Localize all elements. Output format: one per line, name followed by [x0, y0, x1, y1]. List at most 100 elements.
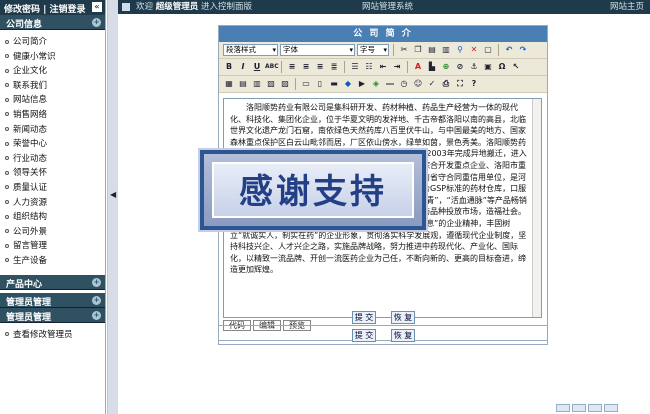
- unlink-icon[interactable]: ⊘: [454, 61, 466, 73]
- collapse-icon[interactable]: «: [92, 2, 102, 12]
- fullscreen-icon[interactable]: ⛶: [454, 78, 466, 90]
- sidebar-item[interactable]: 人力资源: [5, 196, 105, 211]
- section-header-company[interactable]: 公司信息 +: [0, 15, 105, 30]
- delete-icon[interactable]: ✕: [468, 44, 480, 56]
- section-header-products[interactable]: 产品中心 +: [0, 274, 105, 290]
- site-home-link[interactable]: 网站主页: [610, 0, 644, 14]
- flash-icon[interactable]: ◆: [342, 78, 354, 90]
- reset-button-2[interactable]: 恢 复: [391, 329, 415, 342]
- outdent-icon[interactable]: ⇤: [377, 61, 389, 73]
- section-header-admin[interactable]: 管理员管理 +: [0, 292, 105, 308]
- sidebar-item-label[interactable]: 网站信息: [13, 95, 47, 105]
- control-panel-link[interactable]: 进入控制面版: [201, 2, 252, 12]
- merge-icon[interactable]: ▧: [265, 78, 277, 90]
- strike-icon[interactable]: ABC: [265, 61, 279, 73]
- collapse-arrow-icon[interactable]: ◀: [110, 190, 116, 199]
- tray-icon[interactable]: [604, 404, 618, 412]
- sidebar-item[interactable]: 网站信息: [5, 93, 105, 108]
- special-char-icon[interactable]: Ω: [496, 61, 508, 73]
- expand-icon[interactable]: +: [92, 277, 101, 287]
- sidebar-item[interactable]: 组织结构: [5, 210, 105, 225]
- sidebar-splitter[interactable]: ◀: [107, 0, 118, 414]
- align-center-icon[interactable]: ≡: [300, 61, 312, 73]
- sidebar-item[interactable]: 企业文化: [5, 64, 105, 79]
- sidebar-item[interactable]: 联系我们: [5, 79, 105, 94]
- expand-icon[interactable]: +: [92, 18, 101, 27]
- sidebar-item[interactable]: 新闻动态: [5, 123, 105, 138]
- button-icon[interactable]: ▬: [328, 78, 340, 90]
- sidebar-item-label[interactable]: 联系我们: [13, 81, 47, 91]
- sidebar-item-label[interactable]: 人力资源: [13, 198, 47, 208]
- spell-icon[interactable]: ✓: [426, 78, 438, 90]
- textbox-icon[interactable]: ▯: [314, 78, 326, 90]
- tray-icon[interactable]: [572, 404, 586, 412]
- indent-icon[interactable]: ⇥: [391, 61, 403, 73]
- anchor-icon[interactable]: ⚓: [468, 61, 480, 73]
- tray-icon[interactable]: [588, 404, 602, 412]
- italic-icon[interactable]: I: [237, 61, 249, 73]
- paste-icon[interactable]: ▤: [426, 44, 438, 56]
- sidebar-item-label[interactable]: 新闻动态: [13, 125, 47, 135]
- format-select[interactable]: 段落样式: [223, 44, 278, 56]
- date-icon[interactable]: ◷: [398, 78, 410, 90]
- sidebar-item-label[interactable]: 查看修改管理员: [13, 330, 73, 340]
- justify-icon[interactable]: ≣: [328, 61, 340, 73]
- underline-icon[interactable]: U: [251, 61, 263, 73]
- sidebar-item[interactable]: 质量认证: [5, 181, 105, 196]
- tray-icon[interactable]: [556, 404, 570, 412]
- font-select[interactable]: 字体: [280, 44, 355, 56]
- bg-color-icon[interactable]: ▙: [426, 61, 438, 73]
- undo-icon[interactable]: ↶: [503, 44, 515, 56]
- sidebar-item[interactable]: 公司外景: [5, 225, 105, 240]
- ordered-list-icon[interactable]: ☰: [349, 61, 361, 73]
- marquee-icon[interactable]: ◈: [370, 78, 382, 90]
- submit-button[interactable]: 提 交: [352, 311, 376, 324]
- sidebar-item[interactable]: 留言管理: [5, 239, 105, 254]
- find-icon[interactable]: ⚲: [454, 44, 466, 56]
- size-select[interactable]: 字号: [357, 44, 389, 56]
- sidebar-item-label[interactable]: 公司外景: [13, 227, 47, 237]
- align-right-icon[interactable]: ≡: [314, 61, 326, 73]
- sidebar-item[interactable]: 生产设备: [5, 254, 105, 269]
- insert-col-icon[interactable]: ▥: [251, 78, 263, 90]
- print-icon[interactable]: ⎙: [440, 78, 452, 90]
- select-all-icon[interactable]: ▢: [482, 44, 494, 56]
- link-icon[interactable]: ⊕: [440, 61, 452, 73]
- pointer-icon[interactable]: ↖: [510, 61, 522, 73]
- emoticon-icon[interactable]: ☺: [412, 78, 424, 90]
- account-links-text[interactable]: 修改密码 | 注销登录: [4, 5, 86, 15]
- paste-text-icon[interactable]: ▥: [440, 44, 452, 56]
- insert-row-icon[interactable]: ▤: [237, 78, 249, 90]
- image-icon[interactable]: ▣: [482, 61, 494, 73]
- account-links[interactable]: 修改密码 | 注销登录 «: [0, 0, 105, 15]
- sidebar-item-label[interactable]: 荣誉中心: [13, 139, 47, 149]
- hr-icon[interactable]: ―: [384, 78, 396, 90]
- bold-icon[interactable]: B: [223, 61, 235, 73]
- submit-button-2[interactable]: 提 交: [352, 329, 376, 342]
- sidebar-item-label[interactable]: 公司简介: [13, 37, 47, 47]
- bullet-list-icon[interactable]: ☷: [363, 61, 375, 73]
- reset-button[interactable]: 恢 复: [391, 311, 415, 324]
- sidebar-item[interactable]: 销售网络: [5, 108, 105, 123]
- form-icon[interactable]: ▭: [300, 78, 312, 90]
- expand-icon[interactable]: +: [92, 310, 101, 320]
- sidebar-item-label[interactable]: 企业文化: [13, 66, 47, 76]
- table-icon[interactable]: ▦: [223, 78, 235, 90]
- sidebar-item-label[interactable]: 留言管理: [13, 241, 47, 251]
- editor-scrollbar[interactable]: [532, 99, 541, 317]
- sidebar-item-label[interactable]: 质量认证: [13, 183, 47, 193]
- font-color-icon[interactable]: A: [412, 61, 424, 73]
- sidebar-item[interactable]: 健康小常识: [5, 50, 105, 65]
- split-icon[interactable]: ▨: [279, 78, 291, 90]
- sidebar-item-label[interactable]: 行业动态: [13, 154, 47, 164]
- sidebar-item[interactable]: 公司简介: [5, 35, 105, 50]
- sidebar-item-label[interactable]: 健康小常识: [13, 52, 56, 62]
- sidebar-item-label[interactable]: 领导关怀: [13, 168, 47, 178]
- copy-icon[interactable]: ❐: [412, 44, 424, 56]
- sidebar-item[interactable]: 领导关怀: [5, 166, 105, 181]
- sidebar-item-label[interactable]: 组织结构: [13, 212, 47, 222]
- expand-icon[interactable]: +: [92, 295, 101, 305]
- sidebar-item-label[interactable]: 销售网络: [13, 110, 47, 120]
- cut-icon[interactable]: ✂: [398, 44, 410, 56]
- sidebar-item[interactable]: 查看修改管理员: [5, 328, 105, 343]
